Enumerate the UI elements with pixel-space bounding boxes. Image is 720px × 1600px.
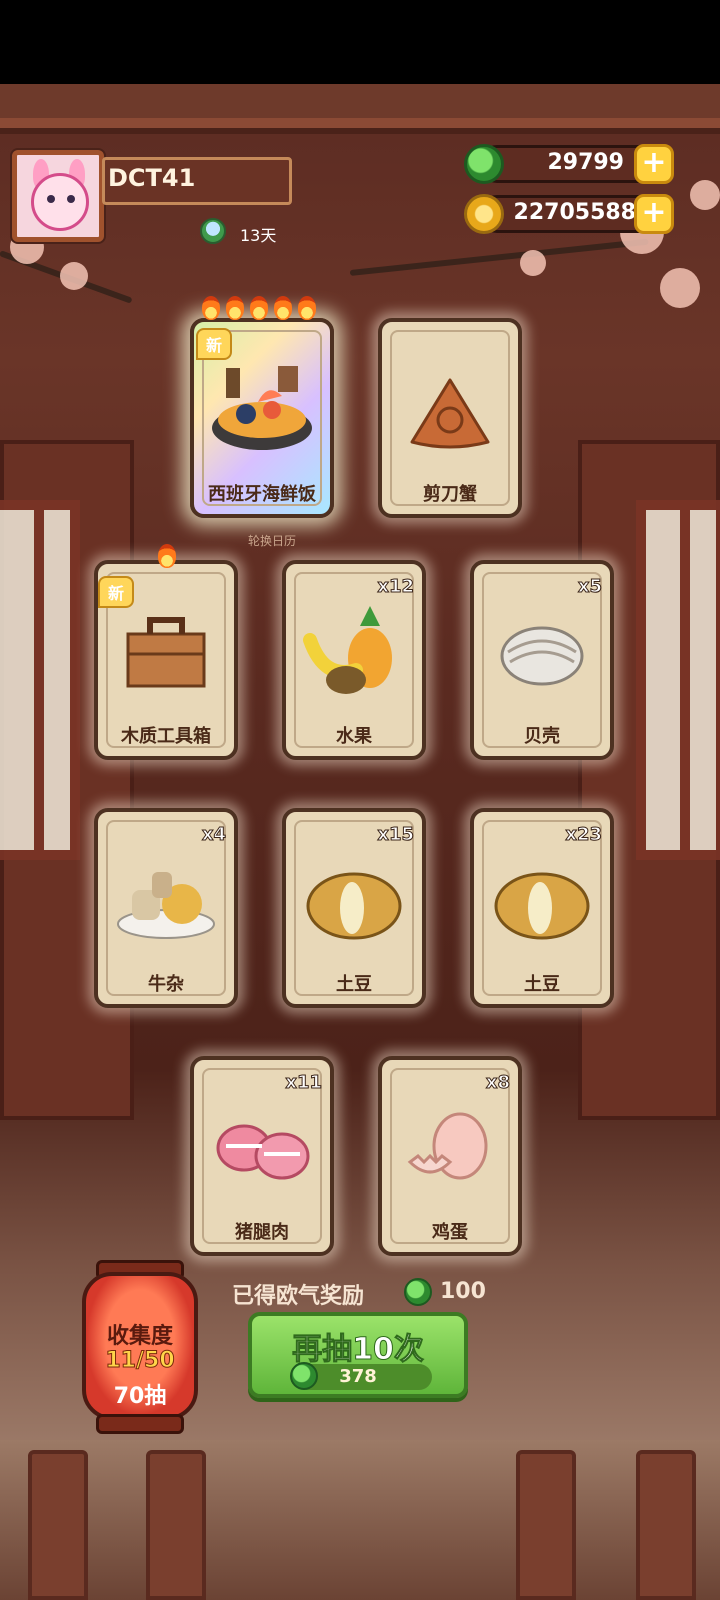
avatar-face xyxy=(31,173,89,231)
item-count: x4 xyxy=(201,824,226,846)
card-label: 贝壳 xyxy=(524,726,560,747)
status-bar-area xyxy=(0,0,720,84)
potato-icon xyxy=(306,872,402,940)
draw-button-label: 再抽10次 xyxy=(292,1332,425,1368)
add-jade-button[interactable]: + xyxy=(634,144,674,184)
gold-amount: 22705588 xyxy=(513,200,636,225)
card-label: 土豆 xyxy=(524,974,560,995)
green-jade-coin-icon xyxy=(464,144,504,184)
wooden-toolbox-icon xyxy=(126,617,206,688)
pork-leg-icon xyxy=(216,1124,310,1180)
floor-post xyxy=(146,1450,206,1600)
flame-icon xyxy=(158,544,176,568)
gold-coin-icon xyxy=(464,194,504,234)
flame-icon xyxy=(226,296,244,320)
floor-post xyxy=(516,1450,576,1600)
shell-icon xyxy=(500,626,584,686)
blossom xyxy=(690,180,720,210)
flame-icon xyxy=(298,296,316,320)
floor xyxy=(0,1440,720,1600)
login-days: 13天 xyxy=(240,226,277,245)
card-beef-offal[interactable]: x4 牛杂 xyxy=(94,808,238,1008)
floor-post xyxy=(636,1450,696,1600)
item-count: x5 xyxy=(577,576,602,598)
add-gold-button[interactable]: + xyxy=(634,194,674,234)
collection-draw-count: 70抽 xyxy=(113,1384,167,1409)
card-label: 剪刀蟹 xyxy=(423,484,477,505)
card-shell[interactable]: x5 贝壳 xyxy=(470,560,614,760)
flame-icon xyxy=(274,296,292,320)
blossom xyxy=(60,262,88,290)
reward-amount: 100 xyxy=(440,1279,486,1304)
flame-icon xyxy=(250,296,268,320)
item-count: x12 xyxy=(377,576,415,598)
ceiling-rail xyxy=(0,118,720,128)
egg-icon xyxy=(407,1112,488,1180)
scissor-crab-icon xyxy=(410,378,490,449)
card-label: 土豆 xyxy=(336,974,372,995)
card-label: 猪腿肉 xyxy=(235,1222,289,1243)
rotation-calendar-label[interactable]: 轮换日历 xyxy=(248,532,296,549)
flame-icon xyxy=(202,296,220,320)
draw-cost: 378 xyxy=(339,1366,377,1387)
player-avatar[interactable] xyxy=(12,150,104,242)
game-screen: DCT41 13天 29799 + 22705588 + 西班牙海鲜饭 新 剪刀… xyxy=(0,0,720,1600)
floor-post xyxy=(28,1450,88,1600)
avatar-eye xyxy=(67,195,75,203)
card-scissor-crab[interactable]: 剪刀蟹 xyxy=(378,318,522,518)
item-count: x8 xyxy=(485,1072,510,1094)
card-pork-leg[interactable]: x11 猪腿肉 xyxy=(190,1056,334,1256)
beef-offal-icon xyxy=(117,872,215,939)
days-globe-icon xyxy=(200,218,226,244)
draw-10-again-button[interactable]: 再抽10次 378 xyxy=(248,1312,468,1398)
jade-amount: 29799 xyxy=(547,150,624,175)
item-count: x11 xyxy=(285,1072,323,1094)
new-badge: 新 xyxy=(98,576,135,608)
collection-progress: 11/50 xyxy=(105,1348,175,1374)
card-label: 水果 xyxy=(336,726,372,747)
green-jade-coin-icon xyxy=(404,1278,432,1306)
reward-label: 已得欧气奖励 xyxy=(232,1284,365,1309)
card-label: 鸡蛋 xyxy=(432,1222,468,1243)
potato-icon xyxy=(494,872,590,940)
avatar-eye xyxy=(47,195,55,203)
card-potato-2[interactable]: x23 土豆 xyxy=(470,808,614,1008)
blossom xyxy=(660,268,700,308)
collection-title: 收集度 xyxy=(106,1324,173,1349)
item-count: x15 xyxy=(377,824,415,846)
item-count: x23 xyxy=(565,824,603,846)
right-lattice-window xyxy=(636,500,720,860)
left-lattice-window xyxy=(0,500,80,860)
card-potato-1[interactable]: x15 土豆 xyxy=(282,808,426,1008)
player-name: DCT41 xyxy=(108,164,196,192)
fruit-icon xyxy=(303,606,392,694)
lantern-foot xyxy=(96,1414,184,1434)
card-label: 牛杂 xyxy=(148,974,184,995)
seafood-paella-icon xyxy=(212,366,312,450)
card-egg[interactable]: x8 鸡蛋 xyxy=(378,1056,522,1256)
card-label: 西班牙海鲜饭 xyxy=(208,484,316,505)
card-fruit[interactable]: x12 水果 xyxy=(282,560,426,760)
blossom xyxy=(520,250,546,276)
card-label: 木质工具箱 xyxy=(121,726,211,747)
new-badge: 新 xyxy=(196,328,233,360)
